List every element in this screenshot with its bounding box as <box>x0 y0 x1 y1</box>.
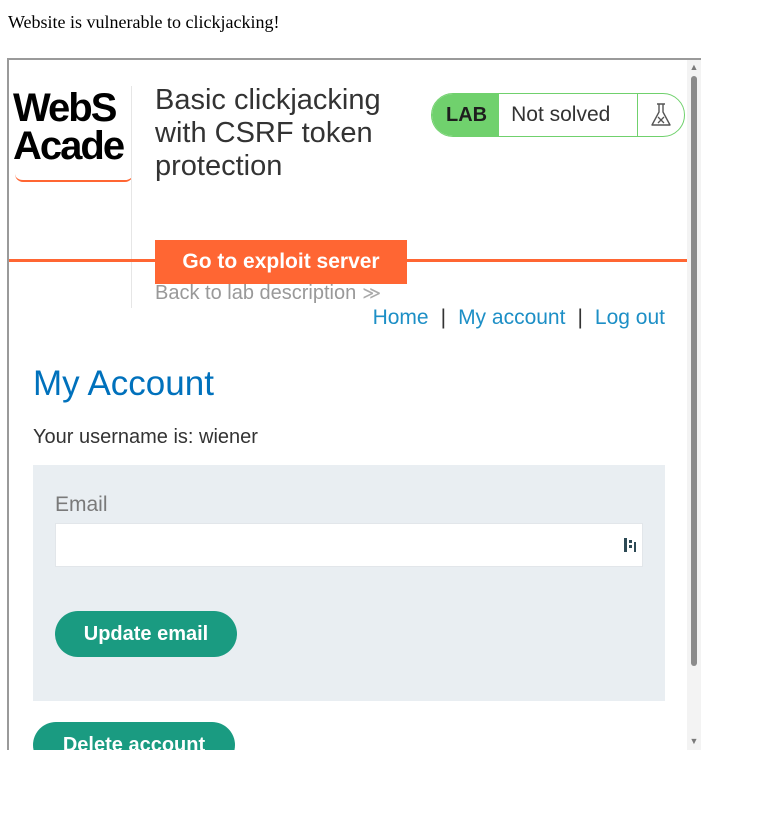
scroll-down-arrow-icon[interactable]: ▼ <box>687 734 701 748</box>
web-security-academy-logo[interactable]: WebS Acade <box>13 86 131 196</box>
top-navigation: Home | My account | Log out <box>373 306 665 330</box>
back-to-lab-description-link[interactable]: Back to lab description ≫ <box>155 282 381 305</box>
logo-text-line2: Acade <box>13 124 125 168</box>
clickjacking-message: Website is vulnerable to clickjacking! <box>8 12 280 32</box>
double-chevron-right-icon: ≫ <box>362 283 382 303</box>
go-to-exploit-server-button[interactable]: Go to exploit server <box>155 240 407 284</box>
flask-icon <box>638 94 684 136</box>
embedded-frame[interactable]: WebS Acade Basic clickjacking with CSRF … <box>7 58 701 750</box>
page-title: My Account <box>33 364 214 403</box>
lab-status-text: Not solved <box>499 94 638 136</box>
email-field[interactable] <box>55 523 643 567</box>
lab-badge: LAB <box>432 94 500 136</box>
nav-separator: | <box>440 306 447 329</box>
logo-swoosh <box>15 174 131 182</box>
nav-log-out-link[interactable]: Log out <box>595 306 665 329</box>
username-text: Your username is: wiener <box>33 426 258 448</box>
back-link-label: Back to lab description <box>155 282 357 304</box>
lab-status-widget: LAB Not solved <box>431 93 685 137</box>
update-email-button[interactable]: Update email <box>55 611 237 657</box>
frame-content: WebS Acade Basic clickjacking with CSRF … <box>9 60 687 750</box>
nav-separator: | <box>577 306 583 329</box>
delete-account-button[interactable]: Delete account <box>33 722 235 750</box>
change-email-form: Email Update email <box>33 465 665 701</box>
lab-title: Basic clickjacking with CSRF token prote… <box>155 84 381 182</box>
password-manager-icon[interactable] <box>623 537 637 553</box>
nav-home-link[interactable]: Home <box>373 306 429 329</box>
header-divider <box>131 86 132 308</box>
email-label: Email <box>55 493 108 516</box>
scroll-up-arrow-icon[interactable]: ▲ <box>687 60 701 74</box>
scrollbar-thumb[interactable] <box>691 76 697 666</box>
vertical-scrollbar[interactable]: ▲ ▼ <box>687 60 701 750</box>
nav-my-account-link[interactable]: My account <box>458 306 565 329</box>
